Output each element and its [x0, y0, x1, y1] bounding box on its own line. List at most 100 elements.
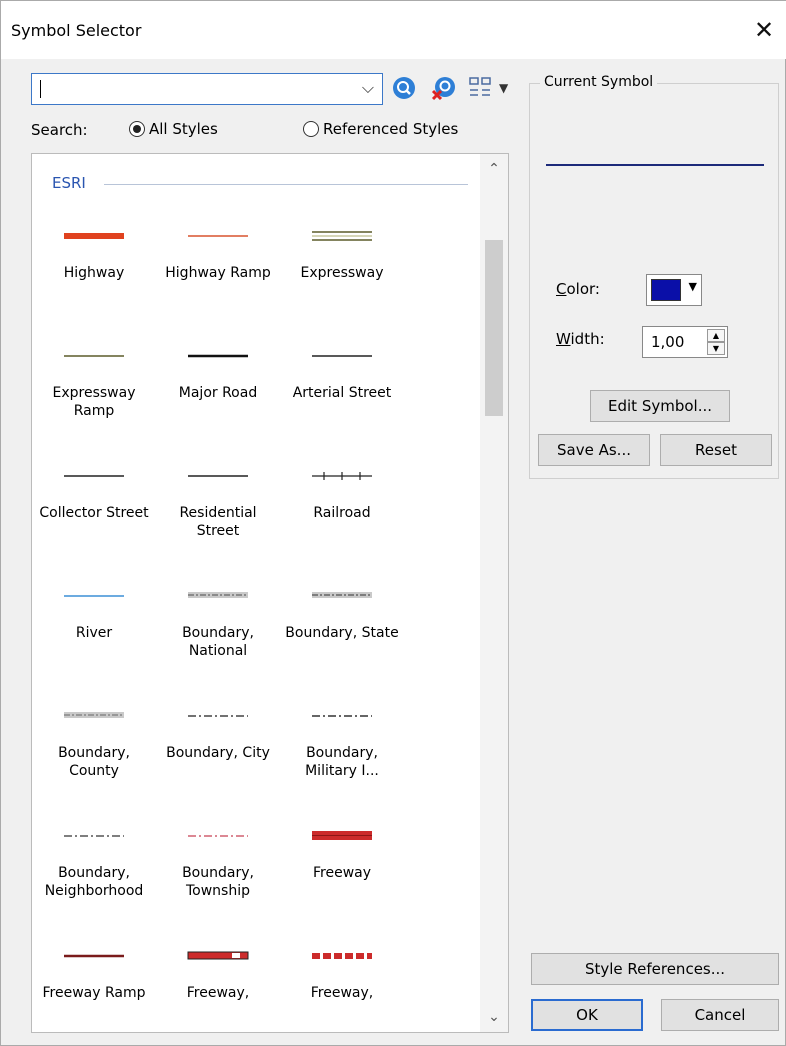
chevron-down-icon[interactable]: ▼: [689, 280, 697, 293]
group-divider: [104, 184, 468, 185]
radio-all-styles-label: All Styles: [149, 120, 218, 138]
line-symbol-icon: [188, 592, 248, 598]
line-symbol-icon: [64, 595, 124, 597]
line-symbol-icon: [312, 953, 372, 959]
symbol-label: Railroad: [313, 505, 371, 521]
symbol-swatch: [32, 576, 156, 616]
symbol-label: Highway: [63, 265, 125, 281]
symbol-label: Expressway: [300, 265, 384, 281]
line-symbol-icon: [64, 835, 124, 837]
symbol-item[interactable]: Residential Street: [156, 456, 280, 540]
symbol-swatch: [156, 936, 280, 976]
symbol-label: Boundary, State: [285, 625, 399, 641]
width-value[interactable]: 1,00: [651, 333, 684, 351]
scroll-up-icon[interactable]: ⌃: [480, 156, 508, 182]
line-symbol-icon: [312, 355, 372, 357]
symbol-swatch: [280, 576, 404, 616]
line-symbol-icon: [312, 831, 372, 840]
symbol-label: Freeway: [312, 865, 372, 881]
line-symbol-icon: [64, 712, 124, 718]
symbol-swatch: [32, 696, 156, 736]
symbol-swatch: [280, 456, 404, 496]
width-label: Width:: [556, 330, 605, 348]
symbol-item[interactable]: Highway: [32, 216, 156, 282]
symbol-swatch: [156, 696, 280, 736]
symbol-swatch: [280, 696, 404, 736]
symbol-item[interactable]: Boundary, County: [32, 696, 156, 780]
symbol-swatch: [156, 456, 280, 496]
symbol-label: Boundary, Township: [182, 865, 254, 899]
text-caret: [40, 80, 41, 98]
symbol-item[interactable]: Boundary, Neighborhood: [32, 816, 156, 900]
reset-button[interactable]: Reset: [660, 434, 772, 466]
radio-referenced-styles[interactable]: Referenced Styles: [303, 120, 458, 138]
scroll-down-icon[interactable]: ⌄: [480, 1004, 508, 1030]
ok-button[interactable]: OK: [531, 999, 643, 1031]
symbol-list[interactable]: ESRI Highway Highway Ramp Expressway Expres…: [31, 153, 509, 1033]
symbol-item[interactable]: Boundary, National: [156, 576, 280, 660]
symbol-label: Highway Ramp: [165, 265, 271, 281]
line-symbol-icon: [64, 954, 124, 958]
chevron-down-icon[interactable]: ⌵: [362, 78, 374, 98]
symbol-label: Freeway,: [186, 985, 250, 1001]
symbol-label: Major Road: [178, 385, 258, 401]
view-options-icon[interactable]: [467, 75, 493, 101]
symbol-swatch: [32, 456, 156, 496]
symbol-item[interactable]: Freeway Ramp: [32, 936, 156, 1002]
edit-symbol-button[interactable]: Edit Symbol...: [590, 390, 730, 422]
symbol-preview: [546, 164, 764, 166]
line-symbol-icon: [188, 235, 248, 237]
symbol-item[interactable]: Freeway,: [156, 936, 280, 1002]
close-icon[interactable]: ✕: [749, 15, 779, 45]
search-combobox[interactable]: ⌵: [31, 73, 383, 105]
symbol-item[interactable]: River: [32, 576, 156, 642]
line-symbol-icon: [64, 475, 124, 477]
symbol-item[interactable]: Boundary, Township: [156, 816, 280, 900]
vertical-scrollbar[interactable]: ⌃ ⌄: [480, 154, 508, 1032]
line-symbol-icon: [64, 355, 124, 357]
symbol-swatch: [156, 336, 280, 376]
spin-down-icon[interactable]: ▼: [707, 342, 725, 355]
radio-all-styles[interactable]: All Styles: [129, 120, 218, 138]
view-options-dropdown-icon[interactable]: ▼: [499, 81, 508, 95]
line-symbol-icon: [187, 951, 249, 960]
symbol-label: Arterial Street: [292, 385, 392, 401]
symbol-selector-dialog: Symbol Selector ✕ ⌵ ▼ Search: All Styles…: [0, 0, 786, 1046]
symbol-item[interactable]: Freeway: [280, 816, 404, 882]
width-spinner[interactable]: 1,00 ▲ ▼: [642, 326, 728, 358]
symbol-swatch: [32, 936, 156, 976]
symbol-item[interactable]: Boundary, State: [280, 576, 404, 642]
symbol-item[interactable]: Arterial Street: [280, 336, 404, 402]
symbol-label: Expressway Ramp: [52, 385, 136, 419]
line-symbol-icon: [188, 835, 248, 837]
radio-referenced-styles-label: Referenced Styles: [323, 120, 459, 138]
scroll-thumb[interactable]: [485, 240, 503, 416]
cancel-button[interactable]: Cancel: [661, 999, 779, 1031]
symbol-item[interactable]: Expressway: [280, 216, 404, 282]
symbol-label: Boundary, Neighborhood: [44, 865, 144, 899]
symbol-item[interactable]: Collector Street: [32, 456, 156, 522]
symbol-item[interactable]: Highway Ramp: [156, 216, 280, 282]
search-icon[interactable]: [391, 75, 417, 101]
symbol-swatch: [156, 216, 280, 256]
symbol-item[interactable]: Boundary, Military I...: [280, 696, 404, 780]
radio-selected-icon[interactable]: [129, 121, 145, 137]
color-label: Color:: [556, 280, 600, 298]
group-header: ESRI: [52, 174, 468, 194]
color-picker-button[interactable]: ▼: [646, 274, 702, 306]
symbol-item[interactable]: Railroad: [280, 456, 404, 522]
symbol-item[interactable]: Freeway,: [280, 936, 404, 1002]
clear-search-icon[interactable]: [431, 75, 457, 101]
symbol-swatch: [156, 816, 280, 856]
radio-unselected-icon[interactable]: [303, 121, 319, 137]
line-symbol-icon: [312, 231, 372, 241]
save-as-button[interactable]: Save As...: [538, 434, 650, 466]
symbol-label: Freeway,: [310, 985, 374, 1001]
spin-up-icon[interactable]: ▲: [707, 329, 725, 342]
title-bar: Symbol Selector ✕: [1, 1, 786, 59]
current-symbol-legend: Current Symbol: [540, 74, 658, 90]
style-references-button[interactable]: Style References...: [531, 953, 779, 985]
symbol-item[interactable]: Boundary, City: [156, 696, 280, 762]
symbol-item[interactable]: Major Road: [156, 336, 280, 402]
symbol-item[interactable]: Expressway Ramp: [32, 336, 156, 420]
